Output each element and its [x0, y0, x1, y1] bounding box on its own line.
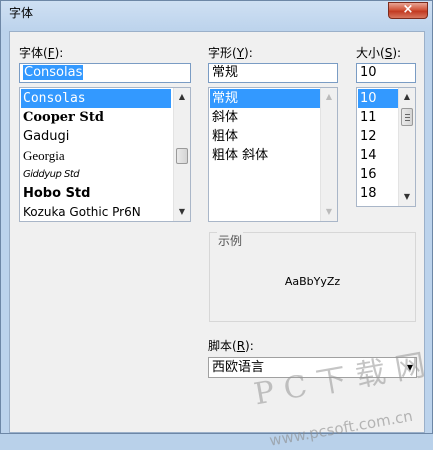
size-list-item[interactable]: 14: [358, 146, 398, 165]
font-list-item[interactable]: Cooper Std: [21, 108, 171, 127]
font-list-item[interactable]: Gadugi: [21, 127, 171, 146]
style-list[interactable]: 常规 斜体 粗体 粗体 斜体 ▲ ▼: [208, 87, 338, 222]
close-icon: ×: [402, 2, 414, 17]
font-input[interactable]: Consolas: [19, 63, 191, 83]
size-list-item[interactable]: 16: [358, 165, 398, 184]
font-list-item[interactable]: Hobo Std: [21, 184, 171, 203]
font-label: 字体(F):: [19, 46, 64, 60]
font-list-scrollbar[interactable]: ▲ ▼: [173, 88, 190, 221]
size-list-item[interactable]: 12: [358, 127, 398, 146]
sample-group: 示例 AaBbYyZz: [209, 232, 416, 322]
sample-legend: 示例: [217, 232, 244, 249]
size-list-item[interactable]: 18: [358, 184, 398, 203]
style-list-item[interactable]: 斜体: [210, 108, 320, 127]
close-button[interactable]: ×: [388, 2, 428, 19]
style-label: 字形(Y):: [208, 46, 253, 60]
style-list-item[interactable]: 粗体: [210, 127, 320, 146]
size-list-item[interactable]: 10: [358, 89, 398, 108]
style-list-item[interactable]: 粗体 斜体: [210, 146, 320, 165]
watermark-logo: PC下载网: [251, 346, 433, 413]
scroll-down-icon[interactable]: ▼: [174, 204, 190, 220]
scroll-up-icon[interactable]: ▲: [174, 89, 190, 105]
font-list-item[interactable]: Consolas: [21, 89, 171, 108]
scroll-thumb[interactable]: [401, 108, 413, 126]
watermark-url: www.pcsoft.com.cn: [268, 406, 415, 450]
size-list[interactable]: 10111214161820 ▲ ▼: [356, 87, 416, 207]
size-input[interactable]: 10: [356, 63, 416, 83]
scroll-up-icon[interactable]: ▲: [321, 89, 337, 105]
scroll-down-icon[interactable]: ▼: [321, 204, 337, 220]
style-list-item[interactable]: 常规: [210, 89, 320, 108]
size-list-scrollbar[interactable]: ▲ ▼: [398, 88, 415, 206]
dialog-body: 字体(F): Consolas Consolas Cooper Std Gadugi…: [9, 31, 433, 450]
style-input[interactable]: 常规: [208, 63, 338, 83]
size-label: 大小(S):: [356, 46, 402, 60]
scroll-down-icon[interactable]: ▼: [399, 189, 415, 205]
scroll-thumb[interactable]: [176, 148, 188, 164]
font-list-item[interactable]: Giddyup Std: [21, 165, 171, 184]
font-list-item[interactable]: Georgia: [21, 146, 171, 165]
font-list[interactable]: Consolas Cooper Std Gadugi Georgia Giddyup S…: [19, 87, 191, 222]
font-dialog: 字体 × 字体(F): Consolas Consolas Cooper Std G…: [0, 0, 433, 450]
font-input-value: Consolas: [23, 65, 84, 80]
scroll-up-icon[interactable]: ▲: [399, 89, 415, 105]
sample-preview: AaBbYyZz: [284, 275, 341, 288]
script-label: 脚本(R):: [208, 339, 254, 353]
size-list-item[interactable]: 20: [358, 203, 398, 206]
font-list-item[interactable]: Kozuka Gothic Pr6N: [21, 203, 171, 221]
window-title: 字体: [9, 6, 34, 20]
title-bar[interactable]: 字体 ×: [1, 1, 432, 23]
style-list-scrollbar[interactable]: ▲ ▼: [320, 88, 337, 221]
size-list-item[interactable]: 11: [358, 108, 398, 127]
